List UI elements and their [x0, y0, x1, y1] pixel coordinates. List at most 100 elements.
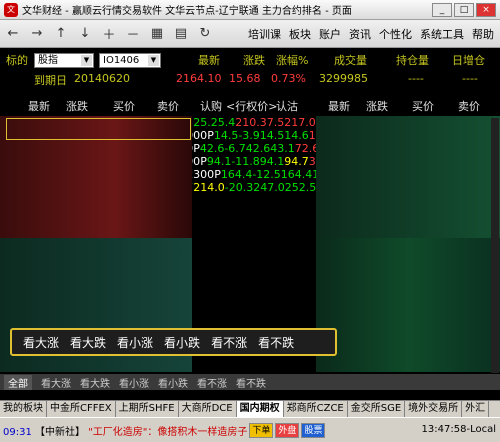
- hdr-change: 涨跌: [243, 54, 265, 67]
- forward-icon[interactable]: →: [26, 23, 48, 45]
- strategy-big-down[interactable]: 看大跌: [70, 334, 106, 351]
- col-put-last[interactable]: 最新: [328, 98, 350, 114]
- cell-put-change: -20.3: [224, 181, 254, 194]
- cell-put-ask: 94.7: [284, 155, 309, 168]
- order-button[interactable]: 下单: [249, 422, 274, 438]
- cell-put-bid: 94.1: [259, 155, 285, 168]
- cell-put-change: -12.5: [252, 168, 281, 181]
- menu-tools[interactable]: 系统工具: [420, 26, 464, 42]
- filter-all[interactable]: 全部: [4, 374, 32, 390]
- refresh-icon[interactable]: ↻: [194, 23, 216, 45]
- col-call-bid[interactable]: 买价: [113, 98, 135, 114]
- cell-put-last: 14.5: [213, 129, 239, 142]
- grid-icon[interactable]: ▦: [146, 23, 168, 45]
- label-underlying: 标的: [6, 54, 28, 67]
- cell-put-type: P: [214, 168, 221, 181]
- daily-value: ----: [462, 72, 478, 85]
- clock: 13:47:58-Local: [421, 424, 496, 435]
- col-put-type[interactable]: 认沽: [276, 98, 298, 114]
- contract-select[interactable]: IO1406 ▼: [99, 53, 161, 68]
- minimize-button[interactable]: _: [432, 3, 452, 17]
- strategy-big-up[interactable]: 看大涨: [23, 334, 59, 351]
- tab-czce[interactable]: 郑商所CZCE: [284, 400, 348, 418]
- zoom-in-icon[interactable]: ＋: [98, 23, 120, 45]
- news-headline: "工厂化造房"：像搭积木一样造房子: [88, 426, 248, 438]
- news-ticker[interactable]: 09:31 【中新社】 "工厂化造房"：像搭积木一样造房子: [3, 423, 247, 438]
- menu-account[interactable]: 账户: [319, 26, 341, 42]
- filter-big-down[interactable]: 看大跌: [80, 375, 110, 390]
- symbol-select[interactable]: 股指 ▼: [34, 53, 94, 68]
- tab-sge[interactable]: 金交所SGE: [348, 400, 406, 418]
- chart-icon[interactable]: ▤: [170, 23, 192, 45]
- news-time: 09:31: [3, 426, 32, 438]
- filter-not-down[interactable]: 看不跌: [236, 375, 266, 390]
- col-put-change[interactable]: 涨跌: [366, 98, 388, 114]
- oi-value: ----: [408, 72, 424, 85]
- vertical-scrollbar[interactable]: [491, 118, 499, 373]
- back-icon[interactable]: ←: [2, 23, 24, 45]
- outer-market-button[interactable]: 外盘: [275, 422, 300, 438]
- label-expiry: 到期日: [34, 74, 67, 87]
- tab-dce[interactable]: 大商所DCE: [179, 400, 237, 418]
- cell-put-ask: 5.4: [217, 116, 236, 129]
- tab-shfe[interactable]: 上期所SHFE: [116, 400, 179, 418]
- cell-put-bid: 14.5: [259, 129, 285, 142]
- tab-forex[interactable]: 外汇: [462, 400, 490, 418]
- zoom-out-icon[interactable]: －: [122, 23, 144, 45]
- strategy-not-up[interactable]: 看不涨: [211, 334, 247, 351]
- cell-put-ask: 252.5: [284, 181, 317, 194]
- menu-help[interactable]: 帮助: [472, 26, 494, 42]
- menu-personalize[interactable]: 个性化: [379, 26, 412, 42]
- cell-put-change: -6.7: [224, 142, 246, 155]
- tab-my-sector[interactable]: 我的板块: [0, 400, 47, 418]
- strategy-popup: 看大涨 看大跌 看小涨 看小跌 看不涨 看不跌: [10, 328, 337, 356]
- menu-sector[interactable]: 板块: [289, 26, 311, 42]
- cell-call-change: 7.5: [266, 116, 285, 129]
- cell-put-type: P: [200, 155, 207, 168]
- menu-news[interactable]: 资讯: [349, 26, 371, 42]
- underlying-info: 标的 股指 ▼ IO1406 ▼ 最新 涨跌 涨幅% 成交量 持仓量 日增仓 到…: [0, 48, 500, 92]
- col-call-ask[interactable]: 卖价: [157, 98, 179, 114]
- menu-training[interactable]: 培训课: [248, 26, 281, 42]
- col-put-ask[interactable]: 卖价: [458, 98, 480, 114]
- cell-put-last: 164.4: [220, 168, 253, 181]
- col-call-change[interactable]: 涨跌: [66, 98, 88, 114]
- cell-put-type: P: [207, 129, 214, 142]
- chevron-down-icon: ▼: [148, 55, 159, 66]
- filter-small-up[interactable]: 看小涨: [119, 375, 149, 390]
- strategy-small-down[interactable]: 看小跌: [164, 334, 200, 351]
- cell-put-bid: 247.0: [253, 181, 285, 194]
- filter-big-up[interactable]: 看大涨: [41, 375, 71, 390]
- close-button[interactable]: ×: [476, 3, 496, 17]
- stock-button[interactable]: 股票: [301, 422, 326, 438]
- hdr-last: 最新: [198, 54, 220, 67]
- window-title: 文华财经 - 赢顺云行情交易软件 文华云节点-辽宁联通 主力合约排名 - 页面: [22, 6, 352, 17]
- symbol-value: 股指: [38, 55, 58, 66]
- news-source: 【中新社】: [35, 426, 86, 438]
- title-bar: 文 文华财经 - 赢顺云行情交易软件 文华云节点-辽宁联通 主力合约排名 - 页…: [0, 0, 500, 20]
- cell-put-bid: 42.6: [245, 142, 271, 155]
- up-icon[interactable]: ↑: [50, 23, 72, 45]
- tab-overseas[interactable]: 境外交易所: [405, 400, 463, 418]
- strategy-small-up[interactable]: 看小涨: [117, 334, 153, 351]
- col-strike[interactable]: <行权价>: [226, 98, 277, 114]
- cell-put-bid: 164.4: [280, 168, 313, 181]
- filter-small-down[interactable]: 看小跌: [158, 375, 188, 390]
- toolbar: ← → ↑ ↓ ＋ － ▦ ▤ ↻ 培训课 板块 账户 资讯 个性化 系统工具 …: [0, 20, 500, 48]
- filter-not-up[interactable]: 看不涨: [197, 375, 227, 390]
- status-bar: 09:31 【中新社】 "工厂化造房"：像搭积木一样造房子 下单 外盘 股票 1…: [0, 417, 500, 442]
- table-header: 最新 涨跌 买价 卖价 认购 <行权价> 认沽 最新 涨跌 买价 卖价: [0, 96, 500, 114]
- hdr-volume: 成交量: [334, 54, 367, 67]
- contract-value: IO1406: [103, 55, 140, 66]
- col-put-bid[interactable]: 买价: [412, 98, 434, 114]
- app-logo-icon: 文: [4, 2, 18, 17]
- cell-put-ask: 14.6: [284, 129, 309, 142]
- strategy-not-down[interactable]: 看不跌: [258, 334, 294, 351]
- col-call-type[interactable]: 认购: [200, 98, 222, 114]
- down-icon[interactable]: ↓: [74, 23, 96, 45]
- tab-cffex[interactable]: 中金所CFFEX: [47, 400, 116, 418]
- maximize-button[interactable]: □: [454, 3, 474, 17]
- tab-domestic-options[interactable]: 国内期权: [236, 400, 284, 418]
- col-call-last[interactable]: 最新: [28, 98, 50, 114]
- cell-put-type: P: [193, 142, 200, 155]
